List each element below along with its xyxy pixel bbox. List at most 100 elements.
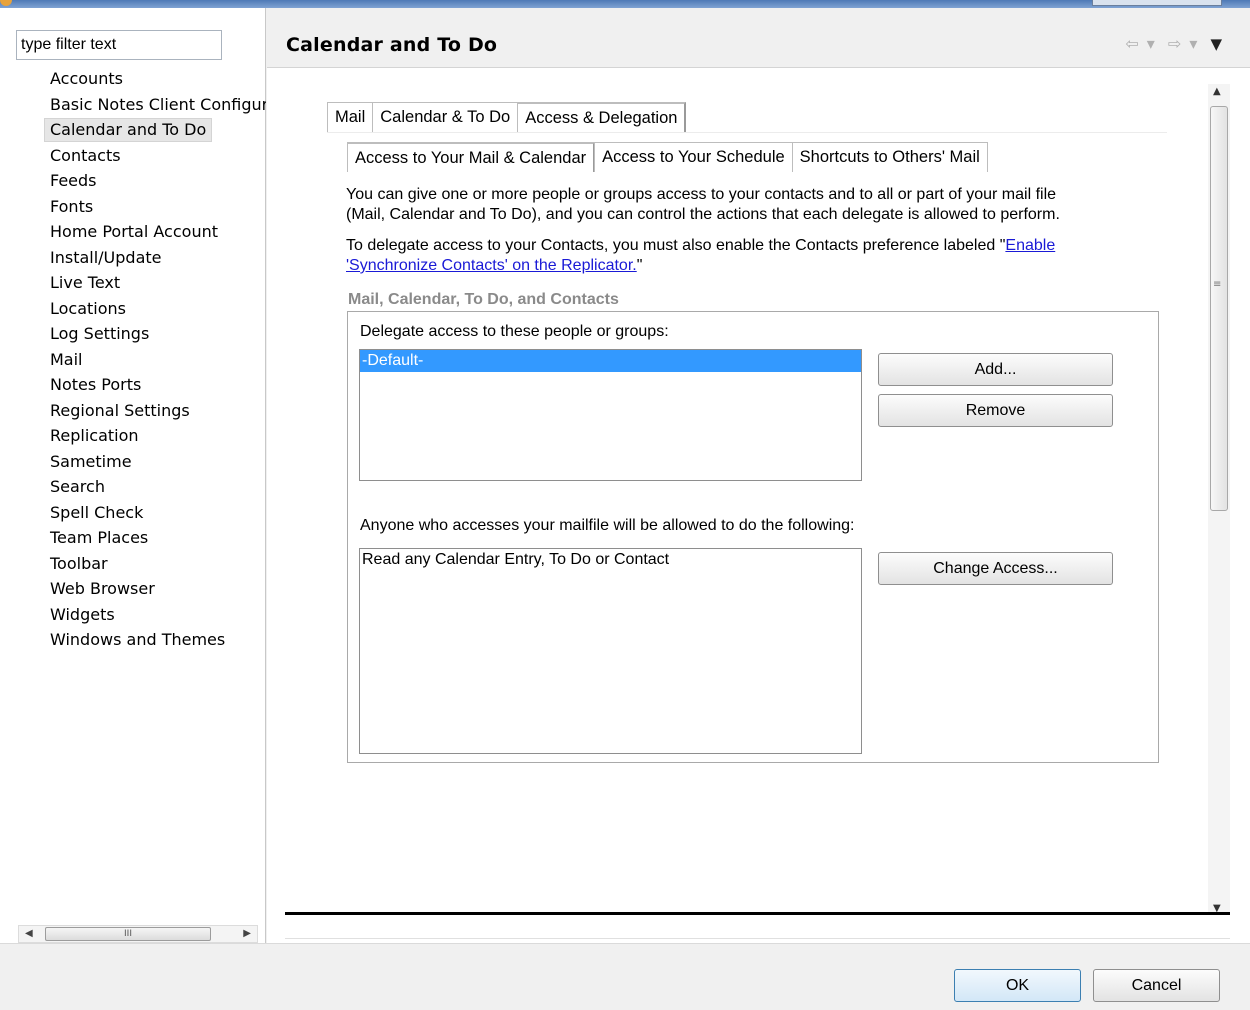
filter-input[interactable] [16, 30, 222, 60]
list-item[interactable]: Read any Calendar Entry, To Do or Contac… [360, 549, 861, 571]
nav-item-log-settings[interactable]: Log Settings [0, 321, 266, 347]
back-icon[interactable]: ⇦ [1125, 34, 1138, 53]
enable-sync-link-cont[interactable]: 'Synchronize Contacts' on the Replicator… [346, 257, 637, 274]
nav-item-team-places[interactable]: Team Places [0, 525, 266, 551]
nav-item-regional-settings[interactable]: Regional Settings [0, 398, 266, 424]
cancel-button[interactable]: Cancel [1093, 969, 1220, 1002]
contacts-note-text: " [636, 257, 643, 274]
nav-item-label: Fonts [50, 196, 94, 216]
preferences-tree: Accounts Basic Notes Client Configura Ca… [0, 66, 266, 653]
nav-item-replication[interactable]: Replication [0, 423, 266, 449]
window-title-bar [0, 0, 1250, 8]
view-menu-icon[interactable]: ▼ [1210, 35, 1222, 53]
add-button[interactable]: Add... [878, 353, 1113, 386]
anyone-label: Anyone who accesses your mailfile will b… [360, 517, 855, 534]
nav-item-label: Team Places [50, 528, 149, 547]
nav-item-widgets[interactable]: Widgets [0, 602, 266, 628]
nav-item-search[interactable]: Search [0, 474, 266, 500]
tab-access-mail-calendar[interactable]: Access to Your Mail & Calendar [347, 142, 596, 172]
nav-item-label: Windows and Themes [50, 630, 226, 649]
nav-item-label: Locations [50, 298, 127, 318]
enable-sync-link[interactable]: Enable [1005, 237, 1055, 254]
nav-item-label: Toolbar [50, 553, 108, 573]
nav-item-home-portal-account[interactable]: Home Portal Account [0, 219, 266, 245]
remove-button[interactable]: Remove [878, 394, 1113, 427]
delegate-list[interactable]: -Default- [359, 349, 862, 481]
tab-mail[interactable]: Mail [327, 102, 374, 132]
nav-item-contacts[interactable]: Contacts [0, 143, 266, 169]
nav-item-calendar-and-todo[interactable]: Calendar and To Do [0, 117, 266, 143]
group-title: Mail, Calendar, To Do, and Contacts [348, 291, 619, 308]
nav-item-label: Notes Ports [50, 375, 142, 394]
tab-divider [327, 132, 1167, 133]
intro-line: You can give one or more people or group… [346, 186, 1057, 203]
nav-item-basic-notes-client-config[interactable]: Basic Notes Client Configura [0, 92, 266, 118]
forward-icon[interactable]: ⇨ [1168, 34, 1181, 53]
nav-item-label: Search [50, 477, 105, 496]
dialog-button-bar: OK Cancel [0, 943, 1250, 1010]
permissions-list[interactable]: Read any Calendar Entry, To Do or Contac… [359, 548, 862, 754]
list-item[interactable]: -Default- [360, 350, 861, 372]
nav-item-locations[interactable]: Locations [0, 296, 266, 322]
nav-item-accounts[interactable]: Accounts [0, 66, 266, 92]
back-dropdown-icon[interactable]: ▾ [1147, 34, 1155, 53]
forward-dropdown-icon[interactable]: ▾ [1189, 34, 1197, 53]
nav-item-live-text[interactable]: Live Text [0, 270, 266, 296]
app-orb-icon [0, 0, 12, 6]
nav-item-label: Feeds [50, 171, 97, 190]
ok-button[interactable]: OK [954, 969, 1081, 1002]
nav-item-install-update[interactable]: Install/Update [0, 245, 266, 271]
tab-access-schedule[interactable]: Access to Your Schedule [594, 142, 793, 172]
nav-item-label: Calendar and To Do [44, 118, 213, 142]
intro-text: You can give one or more people or group… [346, 185, 1060, 225]
window-controls[interactable] [1092, 0, 1222, 6]
scroll-thumb[interactable] [1210, 106, 1228, 511]
delegate-label: Delegate access to these people or group… [360, 323, 669, 340]
scroll-grip-icon: ≡ [1213, 279, 1222, 290]
inner-tab-bar: Access to Your Mail & Calendar Access to… [347, 142, 988, 172]
nav-item-label: Spell Check [50, 502, 144, 522]
nav-item-mail[interactable]: Mail [0, 347, 266, 373]
nav-item-label: Home Portal Account [50, 222, 218, 241]
contacts-note-text: To delegate access to your Contacts, you… [346, 237, 1006, 254]
preference-page: Calendar and To Do ⇦ ▾ ⇨ ▾ ▼ ▲ ≡ ▼ Mail Ca… [267, 8, 1250, 943]
nav-item-label: Contacts [50, 145, 121, 165]
nav-item-label: Basic Notes Client Configura [50, 94, 266, 114]
nav-item-notes-ports[interactable]: Notes Ports [0, 372, 266, 398]
change-access-button[interactable]: Change Access... [878, 552, 1113, 585]
content-vertical-scrollbar[interactable]: ▲ ≡ ▼ [1208, 84, 1230, 916]
nav-item-label: Widgets [50, 604, 115, 624]
nav-item-label: Web Browser [50, 579, 155, 598]
outer-tab-bar: Mail Calendar & To Do Access & Delegatio… [327, 102, 687, 132]
nav-item-label: Sametime [50, 451, 132, 471]
scroll-left-icon[interactable]: ◀ [25, 928, 33, 939]
nav-item-windows-and-themes[interactable]: Windows and Themes [0, 627, 266, 653]
nav-item-toolbar[interactable]: Toolbar [0, 551, 266, 577]
scroll-up-icon[interactable]: ▲ [1213, 86, 1221, 97]
nav-item-label: Log Settings [50, 324, 150, 343]
preferences-nav: Accounts Basic Notes Client Configura Ca… [0, 8, 266, 943]
scroll-right-icon[interactable]: ▶ [243, 928, 251, 939]
nav-item-label: Mail [50, 349, 83, 369]
message-area [285, 915, 1230, 939]
intro-line: (Mail, Calendar and To Do), and you can … [346, 206, 1060, 223]
nav-item-label: Regional Settings [50, 400, 190, 420]
nav-item-feeds[interactable]: Feeds [0, 168, 266, 194]
nav-item-sametime[interactable]: Sametime [0, 449, 266, 475]
scroll-thumb[interactable]: III [45, 927, 211, 941]
nav-horizontal-scrollbar[interactable]: ◀ III ▶ [18, 925, 258, 943]
tab-shortcuts-others-mail[interactable]: Shortcuts to Others' Mail [791, 142, 988, 172]
nav-item-fonts[interactable]: Fonts [0, 194, 266, 220]
nav-item-label: Live Text [50, 273, 121, 292]
page-header: Calendar and To Do ⇦ ▾ ⇨ ▾ ▼ [267, 8, 1250, 68]
page-title: Calendar and To Do [286, 34, 498, 56]
nav-item-web-browser[interactable]: Web Browser [0, 576, 266, 602]
nav-item-label: Accounts [50, 69, 123, 88]
nav-item-label: Install/Update [50, 247, 162, 267]
nav-item-label: Replication [50, 426, 139, 445]
history-controls: ⇦ ▾ ⇨ ▾ ▼ [1117, 34, 1222, 53]
tab-access-delegation[interactable]: Access & Delegation [517, 102, 687, 132]
contacts-note: To delegate access to your Contacts, you… [346, 236, 1055, 276]
tab-calendar-todo[interactable]: Calendar & To Do [372, 102, 519, 132]
nav-item-spell-check[interactable]: Spell Check [0, 500, 266, 526]
